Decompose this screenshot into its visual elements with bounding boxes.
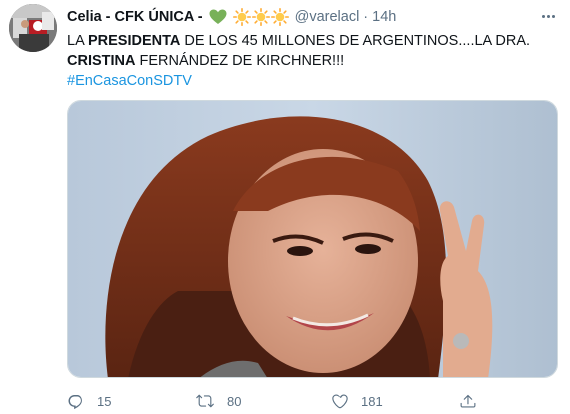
share-button[interactable] (459, 390, 489, 412)
heart-icon (332, 394, 348, 409)
tweet-header: Celia - CFK ÚNICA - @varelacl · 14h (67, 7, 396, 27)
text-bold-cristina: CRISTINA (67, 53, 136, 69)
tweet-text-line-1: LA PRESIDENTA DE LOS 45 MILLONES DE ARGE… (67, 31, 547, 51)
tweet-actions: 15 80 181 (67, 388, 487, 414)
retweet-icon (196, 394, 214, 408)
reply-count: 15 (97, 393, 112, 409)
tweet-text-line-2: CRISTINA FERNÁNDEZ DE KIRCHNER!!! (67, 51, 547, 71)
retweet-button[interactable]: 80 (195, 390, 241, 412)
hashtag-link[interactable]: #EnCasaConSDTV (67, 71, 547, 91)
header-separator: · (363, 9, 369, 25)
like-button[interactable]: 181 (331, 390, 383, 412)
text-bold-presidenta: PRESIDENTA (87, 33, 181, 49)
reply-button[interactable]: 15 (67, 390, 111, 412)
display-name[interactable]: Celia - CFK ÚNICA - (67, 9, 203, 25)
like-count: 181 (361, 393, 383, 409)
sun-emojis (232, 8, 289, 26)
text-segment: DE LOS 45 MILLONES DE ARGENTINOS....LA D… (180, 33, 531, 49)
handle[interactable]: @varelacl (295, 9, 360, 25)
sun-icon (251, 8, 270, 26)
retweet-count: 80 (227, 393, 242, 409)
green-heart-icon (209, 9, 227, 25)
share-icon (460, 394, 476, 408)
tweet[interactable]: Celia - CFK ÚNICA - @varelacl · 14h LA P… (0, 0, 570, 414)
sun-icon (270, 8, 289, 26)
avatar[interactable] (9, 4, 57, 52)
sun-icon (232, 8, 251, 26)
text-segment: LA (67, 33, 88, 49)
timestamp[interactable]: 14h (372, 9, 396, 25)
reply-icon (68, 395, 82, 410)
tweet-photo[interactable] (67, 100, 558, 378)
more-horizontal-icon[interactable] (538, 8, 558, 24)
text-segment: FERNÁNDEZ DE KIRCHNER!!! (135, 53, 345, 69)
tweet-text: LA PRESIDENTA DE LOS 45 MILLONES DE ARGE… (67, 31, 547, 91)
